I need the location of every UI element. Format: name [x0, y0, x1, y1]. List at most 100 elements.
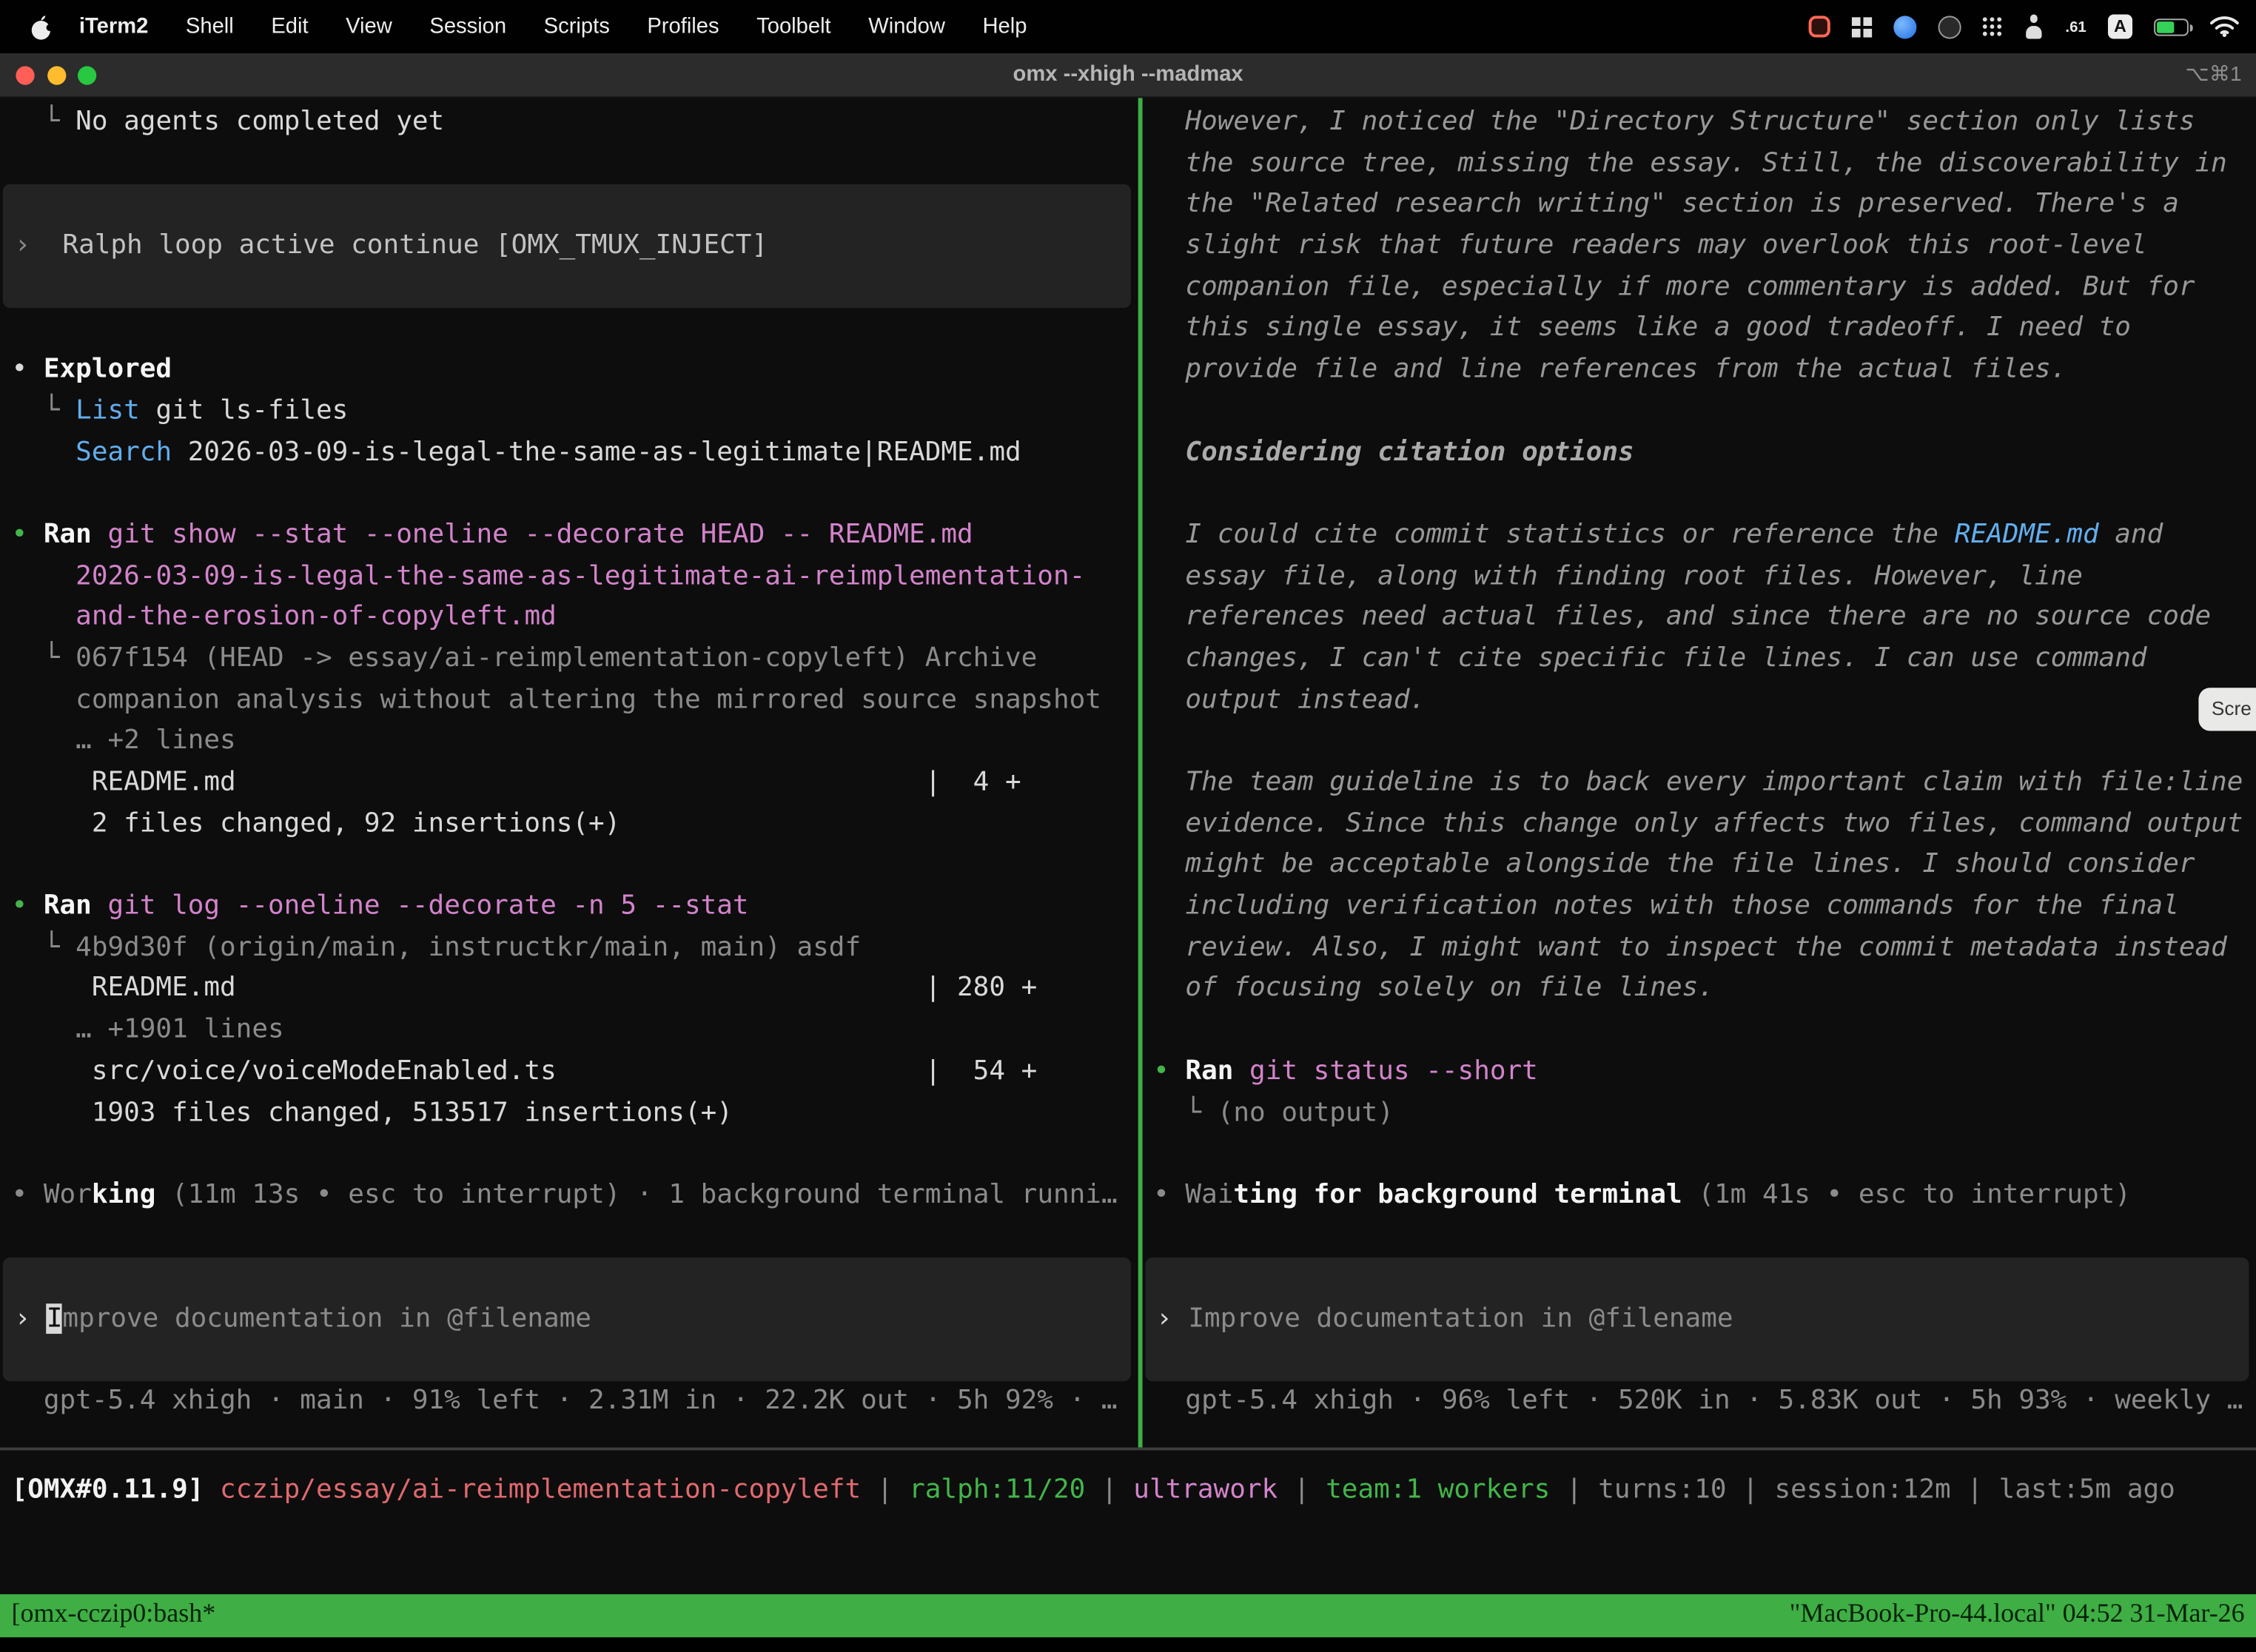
tmux-host-time: "MacBook-Pro-44.local" 04:52 31-Mar-26: [1790, 1594, 2245, 1636]
terminal-line: companion file, especially if more comme…: [1142, 267, 2256, 309]
session-status-right: gpt-5.4 xhigh · 96% left · 520K in · 5.8…: [1142, 1382, 2256, 1423]
terminal-line: evidence. Since this change only affects…: [1142, 804, 2256, 845]
record-indicator-icon[interactable]: [1809, 16, 1830, 37]
blue-app-icon[interactable]: [1894, 15, 1917, 38]
dots-grid-icon[interactable]: [1984, 17, 1988, 21]
keyboard-layout-badge[interactable]: A: [2108, 14, 2132, 38]
terminal-line: [1142, 722, 2256, 763]
terminal-line: [1142, 474, 2256, 515]
terminal-line: I could cite commit statistics or refere…: [1142, 515, 2256, 557]
terminal-line: Considering citation options: [1142, 432, 2256, 474]
terminal-line: review. Also, I might want to inspect th…: [1142, 927, 2256, 969]
tmux-session-label: [omx-cczip0:bash*: [12, 1594, 216, 1636]
agent-transcript-left: • Explored └ List git ls-files Search 20…: [0, 309, 1138, 1258]
apple-menu-icon[interactable]: [30, 13, 52, 39]
terminal-line: └ 4b9d30f (origin/main, instructkr/main,…: [0, 927, 1138, 969]
terminal-line: references need actual files, and since …: [1142, 597, 2256, 639]
terminal-line: companion analysis without altering the …: [0, 680, 1138, 722]
terminal-line: • Working (11m 13s • esc to interrupt) ·…: [0, 1175, 1138, 1217]
terminal-line: slight risk that future readers may over…: [1142, 226, 2256, 267]
menu-item-window[interactable]: Window: [850, 14, 964, 38]
screen: iTerm2 Shell Edit View Session Scripts P…: [0, 0, 2256, 1652]
terminal-line: [0, 144, 1138, 185]
battery-icon[interactable]: [2154, 18, 2189, 35]
menu-item-toolbelt[interactable]: Toolbelt: [738, 14, 850, 38]
screen-edge-button[interactable]: Scre: [2198, 688, 2256, 731]
terminal-line: └ List git ls-files: [0, 391, 1138, 432]
terminal-line: and-the-erosion-of-copyleft.md: [0, 597, 1138, 639]
tmux-pane-right[interactable]: However, I noticed the "Directory Struct…: [1142, 98, 2256, 1447]
menu-bar: iTerm2 Shell Edit View Session Scripts P…: [0, 0, 2256, 53]
terminal-line: [1142, 1217, 2256, 1258]
terminal-line: [3, 185, 1131, 226]
terminal-line: [0, 1217, 1138, 1258]
terminal-line: › Ralph loop active continue [OMX_TMUX_I…: [3, 226, 1131, 267]
terminal-line: └ (no output): [1142, 1092, 2256, 1134]
terminal-line: changes, I can't cite specific file line…: [1142, 639, 2256, 680]
terminal-line: › Improve documentation in @filename: [3, 1299, 1131, 1340]
window-title: omx --xhigh --madmax: [0, 53, 2256, 96]
terminal-line: README.md | 4 +: [0, 762, 1138, 804]
status-separator: [0, 1448, 2256, 1450]
terminal-line: └ 067f154 (HEAD -> essay/ai-reimplementa…: [0, 639, 1138, 680]
terminal-line: provide file and line references from th…: [1142, 350, 2256, 392]
terminal-line: [1144, 1340, 2249, 1382]
menu-item-edit[interactable]: Edit: [252, 14, 327, 38]
battery-percent-badge[interactable]: .61: [2065, 18, 2086, 35]
terminal-line: README.md | 280 +: [0, 969, 1138, 1010]
terminal-line: might be acceptable alongside the file l…: [1142, 845, 2256, 887]
scrollback-top: └ No agents completed yet: [0, 102, 1138, 185]
dark-knob-icon[interactable]: [1938, 15, 1961, 38]
grid-app-icon[interactable]: [1853, 16, 1861, 25]
terminal-line: this single essay, it seems like a good …: [1142, 309, 2256, 350]
terminal-line: [1144, 1258, 2249, 1300]
prompt-input-right[interactable]: › Improve documentation in @filename: [1144, 1258, 2249, 1382]
terminal-area: └ No agents completed yet › Ralph loop a…: [0, 98, 2256, 1447]
person-app-icon[interactable]: [2024, 14, 2044, 38]
menu-bar-status-icons: .61 A: [1809, 14, 2256, 38]
terminal-line: [1142, 1134, 2256, 1175]
menu-item-scripts[interactable]: Scripts: [525, 14, 628, 38]
terminal-line: the "Related research writing" section i…: [1142, 185, 2256, 226]
window-title-bar[interactable]: omx --xhigh --madmax ⌥⌘1: [0, 53, 2256, 98]
terminal-line: [OMX#0.11.9] cczip/essay/ai-reimplementa…: [0, 1471, 2256, 1512]
terminal-line: • Ran git log --oneline --decorate -n 5 …: [0, 887, 1138, 928]
menu-item-help[interactable]: Help: [964, 14, 1046, 38]
session-status-left: gpt-5.4 xhigh · main · 91% left · 2.31M …: [0, 1382, 1138, 1423]
menu-item-shell[interactable]: Shell: [167, 14, 252, 38]
wifi-icon[interactable]: [2210, 16, 2239, 37]
omx-status-bar: [OMX#0.11.9] cczip/essay/ai-reimplementa…: [0, 1451, 2256, 1594]
terminal-line: [0, 1134, 1138, 1175]
terminal-line: [1142, 391, 2256, 432]
terminal-line: • Ran git show --stat --oneline --decora…: [0, 515, 1138, 557]
bottom-strip: [0, 1636, 2256, 1651]
terminal-line: • Explored: [0, 350, 1138, 392]
tmux-status-bar: [omx-cczip0:bash* "MacBook-Pro-44.local"…: [0, 1594, 2256, 1636]
window-shortcut-badge: ⌥⌘1: [2185, 53, 2241, 96]
terminal-line: output instead.: [1142, 680, 2256, 722]
menu-item-profiles[interactable]: Profiles: [628, 14, 738, 38]
tmux-pane-left[interactable]: └ No agents completed yet › Ralph loop a…: [0, 98, 1138, 1447]
terminal-line: • Ran git status --short: [1142, 1052, 2256, 1093]
terminal-line: [0, 474, 1138, 515]
agent-transcript-right: However, I noticed the "Directory Struct…: [1142, 102, 2256, 1258]
terminal-line: [3, 267, 1131, 309]
terminal-line: 2 files changed, 92 insertions(+): [0, 804, 1138, 845]
menu-item-view[interactable]: View: [327, 14, 411, 38]
ralph-loop-banner: › Ralph loop active continue [OMX_TMUX_I…: [3, 185, 1131, 309]
terminal-line: of focusing solely on file lines.: [1142, 969, 2256, 1010]
terminal-line: [1142, 1010, 2256, 1052]
terminal-line: • Waiting for background terminal (1m 41…: [1142, 1175, 2256, 1217]
terminal-line: However, I noticed the "Directory Struct…: [1142, 102, 2256, 144]
terminal-line: src/voice/voiceModeEnabled.ts | 54 +: [0, 1052, 1138, 1093]
terminal-line: the source tree, missing the essay. Stil…: [1142, 144, 2256, 185]
prompt-input-left[interactable]: › Improve documentation in @filename: [3, 1258, 1131, 1382]
terminal-line: [0, 845, 1138, 887]
terminal-line: › Improve documentation in @filename: [1144, 1299, 2249, 1340]
menu-item-session[interactable]: Session: [411, 14, 525, 38]
terminal-line: Search 2026-03-09-is-legal-the-same-as-l…: [0, 432, 1138, 474]
terminal-line: 1903 files changed, 513517 insertions(+): [0, 1092, 1138, 1134]
terminal-line: └ No agents completed yet: [0, 102, 1138, 144]
terminal-line: gpt-5.4 xhigh · main · 91% left · 2.31M …: [0, 1382, 1138, 1423]
menu-item-iterm2[interactable]: iTerm2: [61, 14, 167, 38]
